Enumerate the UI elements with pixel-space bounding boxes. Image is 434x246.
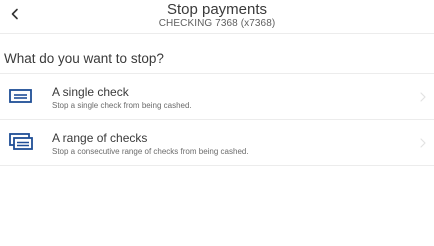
header: Stop payments CHECKING 7368 (x7368) [0,0,434,34]
option-title: A range of checks [52,131,148,145]
option-description: Stop a consecutive range of checks from … [52,147,249,156]
stop-payments-page: Stop payments CHECKING 7368 (x7368) What… [0,0,434,246]
chevron-left-icon [11,8,18,20]
title-block: Stop payments CHECKING 7368 (x7368) [60,2,374,30]
range-of-checks-icon [8,132,34,152]
options-list: A single check Stop a single check from … [0,73,434,166]
back-button[interactable] [2,1,28,27]
single-check-icon [8,86,34,106]
option-range-of-checks[interactable]: A range of checks Stop a consecutive ran… [0,120,434,166]
question-heading: What do you want to stop? [4,51,164,66]
chevron-right-icon [418,137,428,149]
page-title: Stop payments [166,1,268,18]
option-single-check[interactable]: A single check Stop a single check from … [0,74,434,120]
option-description: Stop a single check from being cashed. [52,101,192,110]
account-subtitle: CHECKING 7368 (x7368) [158,18,276,29]
option-title: A single check [52,85,129,99]
chevron-right-icon [418,91,428,103]
